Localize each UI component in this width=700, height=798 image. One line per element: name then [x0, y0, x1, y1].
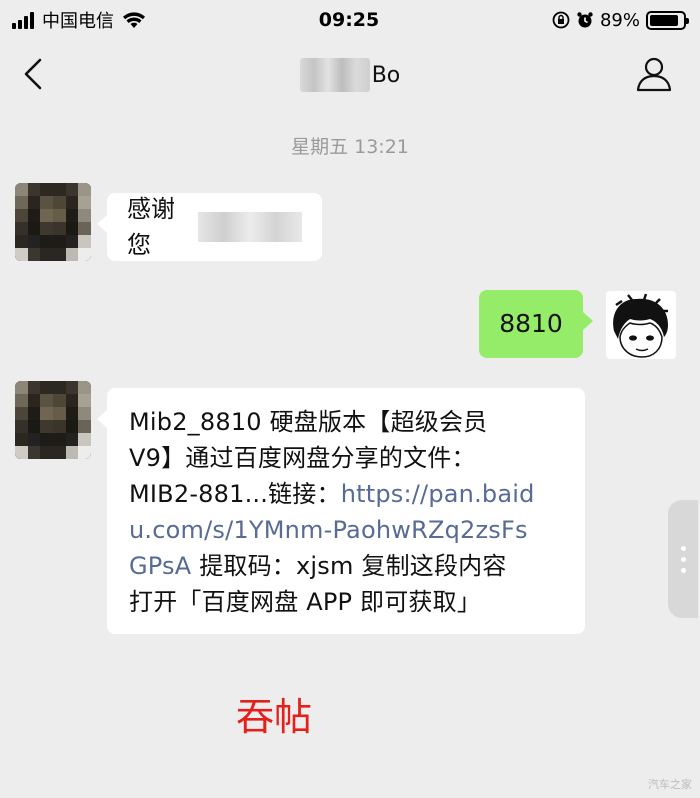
side-drag-handle[interactable] [668, 500, 698, 618]
chat-title-text: Bo [371, 62, 401, 88]
profile-icon[interactable] [634, 54, 674, 94]
pixelated-avatar-image [15, 381, 91, 459]
message-text: 8810 [499, 309, 563, 338]
message-text: Mib2_8810 硬盘版本【超级会员 [129, 408, 488, 436]
rotation-lock-icon [552, 11, 570, 29]
message-text: 提取码：xjsm 复制这段内容 [191, 552, 507, 580]
status-right: 89% [456, 9, 689, 31]
message-line: Mib2_8810 硬盘版本【超级会员 [129, 404, 563, 440]
battery-fill [649, 14, 679, 26]
message-bubble-received-share[interactable]: Mib2_8810 硬盘版本【超级会员 V9】通过百度网盘分享的文件： MIB2… [97, 388, 585, 634]
message-line: MIB2-881...链接：https://pan.baid [129, 476, 563, 512]
self-avatar[interactable] [606, 291, 676, 359]
redacted-name [299, 58, 370, 92]
message-timestamp: 星期五 13:21 [291, 136, 409, 158]
chat-title: Bo [299, 58, 401, 92]
message-line: V9】通过百度网盘分享的文件： [129, 440, 563, 476]
message-line: u.com/s/1YMnm-PaohwRZq2zsFs [129, 512, 563, 548]
contact-avatar[interactable] [15, 381, 91, 459]
message-text: V9】通过百度网盘分享的文件： [129, 444, 476, 472]
battery-icon [645, 10, 689, 30]
self-avatar-drawing [606, 291, 676, 359]
share-link[interactable]: u.com/s/1YMnm-PaohwRZq2zsFs [129, 516, 528, 544]
alarm-icon [577, 12, 593, 28]
message-text: MIB2-881...链接： [129, 480, 341, 508]
message-text: 打开「百度网盘 APP 即可获取」 [129, 588, 482, 616]
handle-dot [680, 567, 686, 573]
message-line: 打开「百度网盘 APP 即可获取」 [129, 584, 563, 620]
redacted-text [198, 212, 302, 242]
handle-dot [680, 556, 686, 562]
battery-percent: 89% [599, 9, 640, 31]
share-link[interactable]: GPsA [129, 552, 191, 580]
message-line: GPsA 提取码：xjsm 复制这段内容 [129, 548, 563, 584]
handle-dot [680, 545, 686, 551]
carrier-label: 中国电信 [42, 11, 114, 32]
nav-bar: Bo [0, 40, 700, 110]
wifi-icon [123, 12, 145, 28]
share-link[interactable]: https://pan.baid [341, 480, 535, 508]
status-time: 09:25 [318, 9, 380, 31]
contact-avatar[interactable] [15, 183, 91, 261]
pixelated-avatar-image [15, 183, 91, 261]
signal-icon [12, 11, 34, 29]
message-bubble-sent[interactable]: 8810 [479, 290, 593, 358]
watermark: 汽车之家 [648, 778, 692, 791]
message-bubble-received[interactable]: 感谢您 [97, 193, 322, 261]
back-chevron-icon[interactable] [18, 56, 48, 92]
status-left: 中国电信 [12, 7, 242, 33]
red-annotation-text: 吞帖 [236, 695, 313, 739]
status-bar: 中国电信 09:25 89% [0, 0, 700, 40]
message-text: 感谢您 [127, 195, 175, 259]
